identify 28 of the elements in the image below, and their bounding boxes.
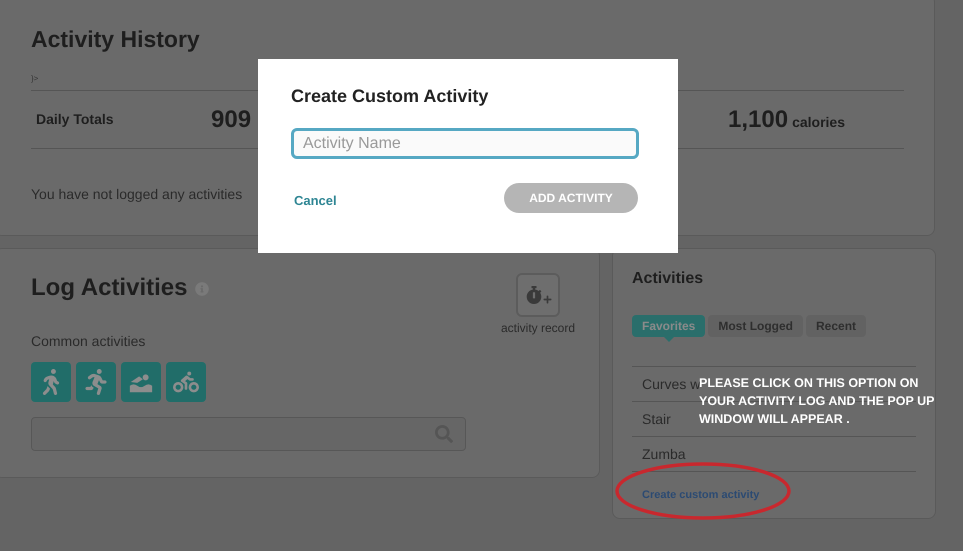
cancel-button[interactable]: Cancel xyxy=(294,191,337,211)
cyclist-icon xyxy=(173,369,199,395)
swim-activity-button[interactable] xyxy=(121,362,161,402)
common-label: Common activities xyxy=(31,332,146,351)
tab-pointer xyxy=(664,337,674,342)
bike-activity-button[interactable] xyxy=(166,362,206,402)
runner-icon xyxy=(83,369,109,395)
totals-label: Daily Totals xyxy=(36,110,115,129)
empty-message: You have not logged any activities xyxy=(31,185,242,204)
run-activity-button[interactable] xyxy=(76,362,116,402)
total-value: 909 xyxy=(211,104,252,134)
activity-item[interactable]: Zumba xyxy=(642,444,686,464)
total-value: 1,100 xyxy=(728,104,788,134)
walk-activity-button[interactable] xyxy=(31,362,71,402)
stopwatch-plus-icon xyxy=(524,286,552,304)
activity-item[interactable]: Curves w xyxy=(642,374,700,394)
total-unit: calories xyxy=(792,112,845,132)
section-title: Activity History xyxy=(31,25,200,53)
activity-record-button[interactable] xyxy=(516,273,560,317)
section-title: Log Activities xyxy=(31,273,188,303)
section-title: Activities xyxy=(632,269,704,289)
annotation-note: PLEASE CLICK ON THIS OPTION ON YOUR ACTIVITY LOG AND THE POP UP WINDOW WILL APPEAR . xyxy=(699,375,936,428)
modal-title: Create Custom Activity xyxy=(291,85,488,108)
record-label: activity record xyxy=(501,320,576,337)
activity-name-field[interactable]: Activity Name xyxy=(291,128,639,159)
breadcrumb: }> xyxy=(31,74,38,83)
activity-item[interactable]: Stair xyxy=(642,408,671,430)
create-custom-activity-link[interactable]: Create custom activity xyxy=(642,487,760,504)
